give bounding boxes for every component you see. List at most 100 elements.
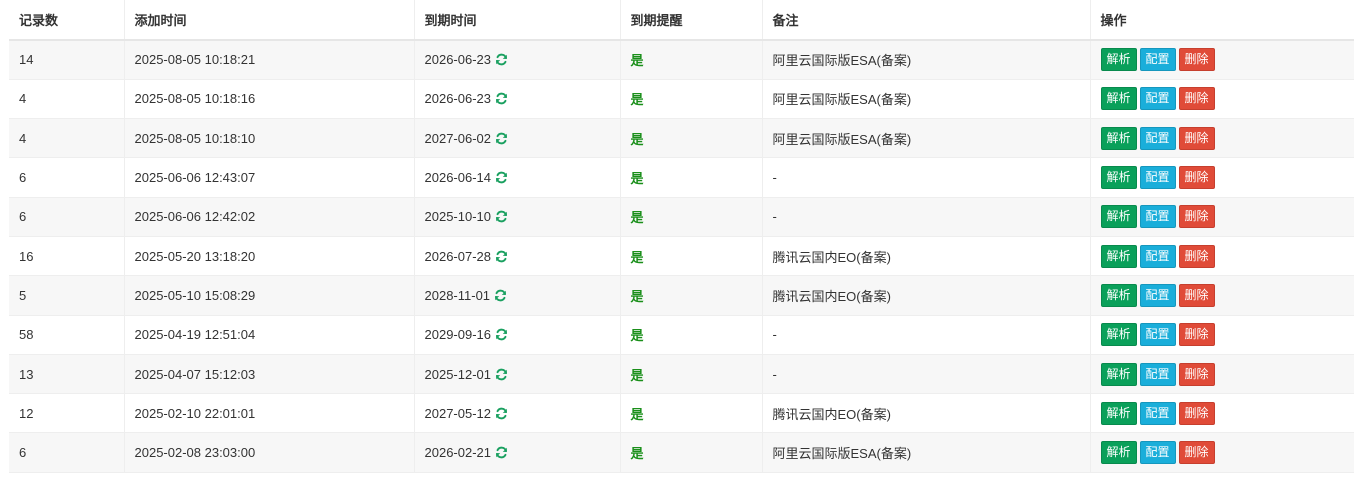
refresh-icon[interactable]	[495, 407, 508, 420]
resolve-button[interactable]: 解析	[1100, 283, 1137, 307]
added-time: 2025-04-07 15:12:03	[134, 366, 256, 382]
record-count: 13	[19, 366, 34, 382]
table-row: 4 2025-08-05 10:18:16 2026-06-23 是 阿里云国际…	[9, 79, 1354, 119]
cell-actions: 解析 配置 删除	[1089, 79, 1354, 119]
refresh-icon[interactable]	[495, 132, 508, 145]
cell-records: 5	[9, 276, 124, 315]
cell-expire-time: 2028-11-01	[413, 275, 620, 316]
note-text: 阿里云国际版ESA(备案)	[772, 92, 912, 108]
cell-expire-time: 2026-06-14	[413, 157, 620, 198]
cell-expire-remind: 是	[619, 393, 762, 433]
delete-button[interactable]: 删除	[1178, 205, 1215, 229]
delete-button[interactable]: 删除	[1178, 48, 1215, 72]
expire-date: 2028-11-01	[424, 287, 491, 303]
resolve-button[interactable]: 解析	[1100, 441, 1137, 465]
cell-note: 阿里云国际版ESA(备案)	[761, 118, 1090, 158]
resolve-button[interactable]: 解析	[1100, 87, 1137, 111]
cell-expire-time: 2026-06-23	[413, 40, 620, 80]
table-row: 4 2025-08-05 10:18:10 2027-06-02 是 阿里云国际…	[9, 118, 1354, 158]
config-button[interactable]: 配置	[1139, 87, 1176, 111]
delete-button[interactable]: 删除	[1178, 362, 1215, 386]
config-button[interactable]: 配置	[1139, 48, 1176, 72]
cell-records: 6	[9, 197, 124, 236]
expire-date: 2026-02-21	[424, 445, 492, 461]
cell-records: 58	[9, 315, 124, 354]
note-text: 腾讯云国内EO(备案)	[772, 406, 891, 422]
header-added-time[interactable]: 添加时间	[123, 0, 414, 41]
added-time: 2025-06-06 12:42:02	[134, 209, 256, 225]
config-button[interactable]: 配置	[1139, 441, 1176, 465]
header-note[interactable]: 备注	[761, 0, 1090, 41]
cell-expire-remind: 是	[619, 354, 762, 394]
expire-date: 2026-06-14	[424, 170, 492, 186]
expire-date: 2026-06-23	[424, 91, 492, 107]
cell-actions: 解析 配置 删除	[1089, 197, 1354, 237]
refresh-icon[interactable]	[495, 446, 508, 459]
resolve-button[interactable]: 解析	[1100, 126, 1137, 150]
domain-table: 记录数 添加时间 到期时间 到期提醒 备注 操作 14 2025-08-05 1…	[9, 0, 1354, 473]
header-actions: 操作	[1089, 0, 1354, 41]
record-count: 4	[19, 91, 27, 107]
config-button[interactable]: 配置	[1139, 166, 1176, 190]
delete-button[interactable]: 删除	[1178, 166, 1215, 190]
config-button[interactable]: 配置	[1139, 126, 1176, 150]
config-button[interactable]: 配置	[1139, 205, 1176, 229]
refresh-icon[interactable]	[494, 289, 507, 302]
delete-button[interactable]: 删除	[1178, 441, 1215, 465]
expire-date: 2025-10-10	[424, 209, 492, 225]
added-time: 2025-04-19 12:51:04	[134, 327, 256, 343]
cell-actions: 解析 配置 删除	[1089, 275, 1354, 316]
added-time: 2025-08-05 10:18:21	[134, 52, 256, 68]
table-row: 6 2025-06-06 12:43:07 2026-06-14 是 - 解析配…	[9, 157, 1354, 198]
delete-button[interactable]: 删除	[1178, 283, 1215, 307]
cell-records: 6	[9, 158, 124, 197]
config-button[interactable]: 配置	[1139, 401, 1176, 425]
cell-added-time: 2025-05-10 15:08:29	[123, 275, 414, 316]
refresh-icon[interactable]	[495, 250, 508, 263]
config-button[interactable]: 配置	[1139, 362, 1176, 386]
refresh-icon[interactable]	[495, 92, 508, 105]
added-time: 2025-02-08 23:03:00	[134, 445, 256, 461]
resolve-button[interactable]: 解析	[1100, 244, 1137, 268]
cell-added-time: 2025-06-06 12:43:07	[123, 157, 414, 198]
delete-button[interactable]: 删除	[1178, 126, 1215, 150]
table-body: 14 2025-08-05 10:18:21 2026-06-23 是 阿里云国…	[9, 40, 1354, 473]
refresh-icon[interactable]	[495, 368, 508, 381]
delete-button[interactable]: 删除	[1178, 401, 1215, 425]
header-records[interactable]: 记录数	[9, 0, 124, 41]
config-button[interactable]: 配置	[1139, 283, 1176, 307]
resolve-button[interactable]: 解析	[1100, 166, 1137, 190]
resolve-button[interactable]: 解析	[1100, 48, 1137, 72]
added-time: 2025-02-10 22:01:01	[134, 405, 256, 421]
cell-records: 4	[9, 79, 124, 118]
resolve-button[interactable]: 解析	[1100, 362, 1137, 386]
cell-records: 16	[9, 236, 124, 275]
header-expire-time[interactable]: 到期时间	[413, 0, 620, 41]
domain-table-container: 记录数 添加时间 到期时间 到期提醒 备注 操作 14 2025-08-05 1…	[9, 0, 1354, 473]
added-time: 2025-05-20 13:18:20	[134, 248, 256, 264]
table-row: 14 2025-08-05 10:18:21 2026-06-23 是 阿里云国…	[9, 40, 1354, 80]
cell-added-time: 2025-02-10 22:01:01	[123, 393, 414, 433]
delete-button[interactable]: 删除	[1178, 87, 1215, 111]
record-count: 5	[19, 287, 27, 303]
header-expire-remind[interactable]: 到期提醒	[619, 0, 762, 41]
expire-date: 2029-09-16	[424, 327, 492, 343]
cell-actions: 解析 配置 删除	[1089, 315, 1354, 355]
refresh-icon[interactable]	[495, 171, 508, 184]
refresh-icon[interactable]	[495, 210, 508, 223]
refresh-icon[interactable]	[495, 53, 508, 66]
delete-button[interactable]: 删除	[1178, 244, 1215, 268]
note-text: 腾讯云国内EO(备案)	[772, 249, 891, 265]
config-button[interactable]: 配置	[1139, 244, 1176, 268]
added-time: 2025-06-06 12:43:07	[134, 170, 256, 186]
config-button[interactable]: 配置	[1139, 323, 1176, 347]
remind-status: 是	[630, 446, 644, 462]
refresh-icon[interactable]	[495, 328, 508, 341]
cell-note: 腾讯云国内EO(备案)	[761, 393, 1090, 433]
resolve-button[interactable]: 解析	[1100, 323, 1137, 347]
added-time: 2025-08-05 10:18:10	[134, 130, 256, 146]
resolve-button[interactable]: 解析	[1100, 401, 1137, 425]
remind-status: 是	[630, 288, 644, 304]
delete-button[interactable]: 删除	[1178, 323, 1215, 347]
resolve-button[interactable]: 解析	[1100, 205, 1137, 229]
